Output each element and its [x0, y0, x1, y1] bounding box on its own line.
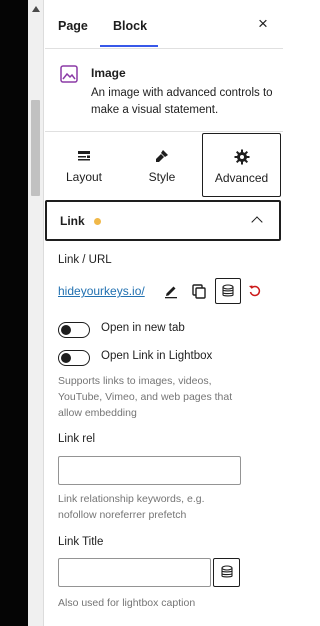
- image-block-icon: [60, 65, 78, 83]
- open-lightbox-row: Open Link in Lightbox: [58, 349, 278, 367]
- link-url-value[interactable]: hideyourkeys.io/: [58, 284, 149, 298]
- toggle-knob: [61, 325, 71, 335]
- tab-style-label: Style: [148, 170, 176, 184]
- link-panel-toggle[interactable]: Link: [45, 200, 281, 241]
- reset-icon[interactable]: [242, 278, 268, 304]
- modified-indicator-dot: [94, 218, 101, 225]
- link-url-label: Link / URL: [58, 254, 112, 266]
- tab-layout[interactable]: Layout: [45, 132, 123, 198]
- chevron-up-icon: [251, 216, 263, 228]
- link-rel-input[interactable]: [58, 456, 241, 485]
- close-icon[interactable]: ×: [256, 15, 270, 32]
- layout-icon: [76, 148, 92, 164]
- tab-layout-label: Layout: [65, 170, 103, 184]
- lightbox-help-text: Supports links to images, videos, YouTub…: [58, 375, 233, 419]
- link-url-row: hideyourkeys.io/: [58, 278, 278, 306]
- active-tab-indicator: [100, 45, 158, 47]
- block-name: Image: [91, 66, 126, 80]
- settings-sidebar: Page Block × Image An image with advance…: [45, 0, 283, 626]
- tab-advanced-label: Advanced: [214, 171, 269, 185]
- open-new-tab-label: Open in new tab: [101, 322, 185, 334]
- link-rel-help-text: Link relationship keywords, e.g. nofollo…: [58, 493, 205, 521]
- link-panel-title: Link: [60, 214, 85, 228]
- open-new-tab-toggle[interactable]: [58, 322, 90, 338]
- sidebar-tabs: Page Block ×: [45, 0, 283, 49]
- scroll-up-arrow[interactable]: [32, 6, 40, 12]
- scrollbar-thumb[interactable]: [31, 100, 40, 196]
- toggle-knob: [61, 353, 71, 363]
- scrollbar[interactable]: [28, 0, 44, 626]
- open-lightbox-label: Open Link in Lightbox: [101, 350, 213, 362]
- editor-canvas-edge: [0, 0, 28, 626]
- block-card: Image An image with advanced controls to…: [45, 49, 283, 132]
- dynamic-data-icon[interactable]: [215, 278, 241, 304]
- edit-pencil-icon[interactable]: [158, 278, 184, 304]
- copy-icon[interactable]: [186, 278, 212, 304]
- gear-icon: [234, 149, 250, 165]
- tab-block[interactable]: Block: [113, 0, 147, 48]
- tab-style[interactable]: Style: [123, 132, 201, 198]
- tab-advanced[interactable]: Advanced: [202, 133, 281, 197]
- link-title-label: Link Title: [58, 536, 104, 548]
- style-brush-icon: [154, 148, 170, 164]
- link-title-input[interactable]: [58, 558, 211, 587]
- link-title-help-text: Also used for lightbox caption: [58, 597, 196, 609]
- inspector-tabs: Layout Style Advanced: [45, 132, 283, 198]
- link-rel-label: Link rel: [58, 433, 96, 445]
- open-lightbox-toggle[interactable]: [58, 350, 90, 366]
- block-description: An image with advanced controls to make …: [91, 87, 273, 116]
- open-new-tab-row: Open in new tab: [58, 321, 278, 339]
- dynamic-data-icon[interactable]: [213, 558, 240, 587]
- tab-page[interactable]: Page: [58, 0, 88, 48]
